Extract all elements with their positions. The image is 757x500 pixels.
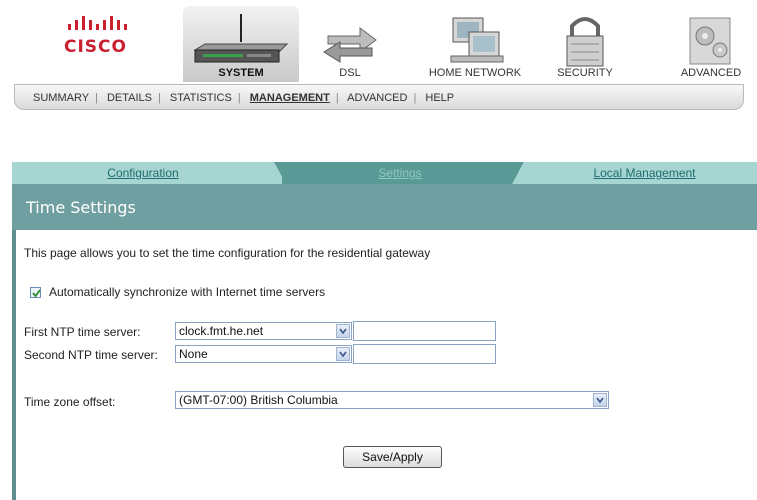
tab-local-management[interactable]: Local Management (532, 162, 757, 184)
second-ntp-custom-input[interactable] (353, 344, 496, 364)
subnav-details[interactable]: DETAILS (107, 92, 152, 104)
section-header: Time Settings (12, 184, 757, 230)
nav-security[interactable]: SECURITY (552, 6, 618, 82)
computers-icon (450, 17, 504, 63)
page-description: This page allows you to set the time con… (24, 246, 431, 260)
nav-security-label: SECURITY (557, 67, 613, 79)
subnav-statistics[interactable]: STATISTICS (170, 92, 232, 104)
nav-dsl[interactable]: DSL (318, 6, 382, 82)
nav-home-network-label: HOME NETWORK (428, 67, 522, 79)
subnav-separator: | (157, 92, 161, 104)
sync-label: Automatically synchronize with Internet … (49, 285, 326, 299)
tab-settings[interactable]: Settings (282, 162, 518, 184)
first-ntp-custom-input[interactable] (353, 321, 496, 341)
timezone-select[interactable]: (GMT-07:00) British Columbia (175, 391, 609, 409)
check-icon (32, 288, 41, 297)
content-left-border (12, 230, 16, 500)
sync-checkbox[interactable] (30, 286, 41, 298)
first-ntp-value: clock.fmt.he.net (179, 324, 264, 338)
nav-advanced[interactable]: ADVANCED (672, 6, 750, 82)
save-apply-button[interactable]: Save/Apply (343, 446, 442, 468)
arrows-icon (323, 27, 377, 63)
nav-system-label: SYSTEM (218, 67, 264, 79)
subnav-summary[interactable]: SUMMARY (33, 92, 89, 104)
first-ntp-label: First NTP time server: (24, 325, 141, 339)
subnav-advanced[interactable]: ADVANCED (347, 92, 407, 104)
router-icon (193, 14, 289, 63)
subnav-separator: | (95, 92, 98, 104)
subnav-management[interactable]: MANAGEMENT (250, 92, 330, 104)
nav-advanced-label: ADVANCED (680, 67, 742, 79)
sub-nav: SUMMARY | DETAILS | STATISTICS | MANAGEMENT… (14, 84, 744, 110)
nav-home-network[interactable]: HOME NETWORK (425, 6, 525, 82)
subnav-separator: | (413, 92, 417, 104)
timezone-value: (GMT-07:00) British Columbia (179, 393, 338, 407)
nav-dsl-label: DSL (339, 67, 361, 79)
top-nav: SYSTEM DSL HOME NETWORK SECURITY ADVANCE… (0, 0, 757, 84)
tab-configuration[interactable]: Configuration (12, 162, 274, 184)
chevron-down-icon (336, 347, 350, 361)
timezone-label: Time zone offset: (24, 395, 116, 409)
nav-system[interactable]: SYSTEM (183, 6, 299, 82)
second-ntp-value: None (179, 347, 208, 361)
page-title: Time Settings (26, 198, 136, 217)
chevron-down-icon (336, 324, 350, 338)
gears-icon (689, 17, 731, 65)
lock-icon (566, 17, 604, 67)
subnav-separator: | (237, 92, 241, 104)
first-ntp-select[interactable]: clock.fmt.he.net (175, 322, 352, 340)
tab-bar: Configuration Settings Local Management (12, 162, 757, 184)
subnav-help[interactable]: HELP (425, 92, 454, 104)
second-ntp-select[interactable]: None (175, 345, 352, 363)
second-ntp-label: Second NTP time server: (24, 348, 158, 362)
chevron-down-icon (593, 393, 607, 407)
sync-row: Automatically synchronize with Internet … (30, 285, 325, 299)
subnav-separator: | (335, 92, 339, 104)
